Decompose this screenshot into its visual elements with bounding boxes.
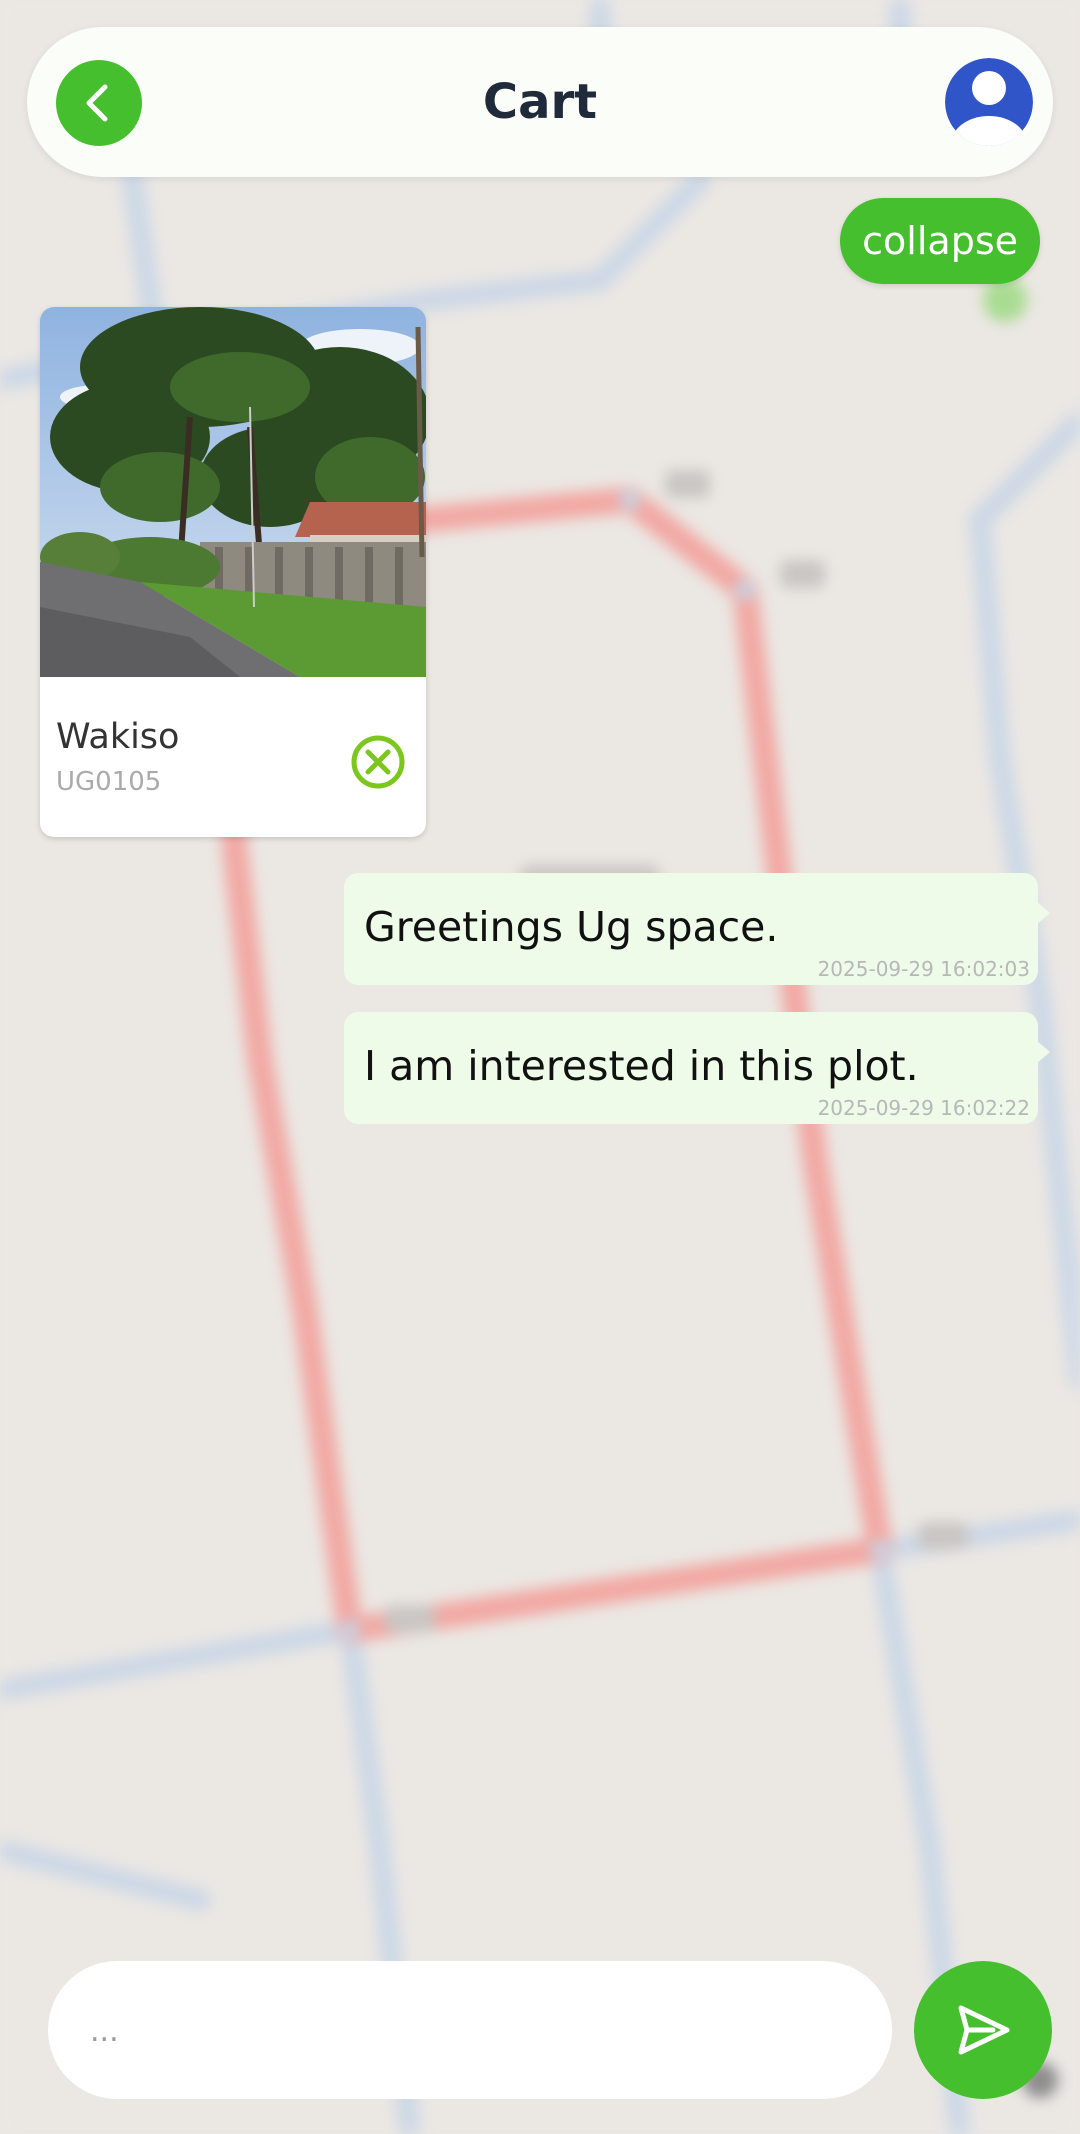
user-avatar-icon: [945, 58, 1033, 146]
message-text: I am interested in this plot.: [364, 1042, 919, 1090]
page-title: Cart: [482, 74, 598, 130]
property-name: Wakiso: [56, 717, 180, 757]
header-bar: Cart: [27, 27, 1053, 177]
property-photo: [40, 307, 426, 677]
send-icon: [958, 2005, 1010, 2055]
collapse-button[interactable]: collapse: [840, 198, 1040, 284]
message-composer: [48, 1961, 892, 2101]
message-bubble: I am interested in this plot. 2025-09-29…: [344, 1012, 1050, 1124]
remove-circle-icon: [351, 735, 405, 789]
back-button[interactable]: [56, 60, 142, 146]
message-text: Greetings Ug space.: [364, 903, 779, 951]
property-code: UG0105: [56, 767, 162, 797]
chevron-left-icon: [86, 84, 108, 122]
message-input[interactable]: [88, 1961, 852, 2101]
remove-from-cart-button[interactable]: [350, 734, 406, 790]
message-timestamp: 2025-09-29 16:02:03: [817, 957, 1030, 981]
send-button[interactable]: [914, 1961, 1052, 2099]
property-card[interactable]: Wakiso UG0105: [40, 307, 426, 837]
avatar[interactable]: [945, 58, 1033, 146]
message-bubble: Greetings Ug space. 2025-09-29 16:02:03: [344, 873, 1050, 985]
message-timestamp: 2025-09-29 16:02:22: [817, 1096, 1030, 1120]
